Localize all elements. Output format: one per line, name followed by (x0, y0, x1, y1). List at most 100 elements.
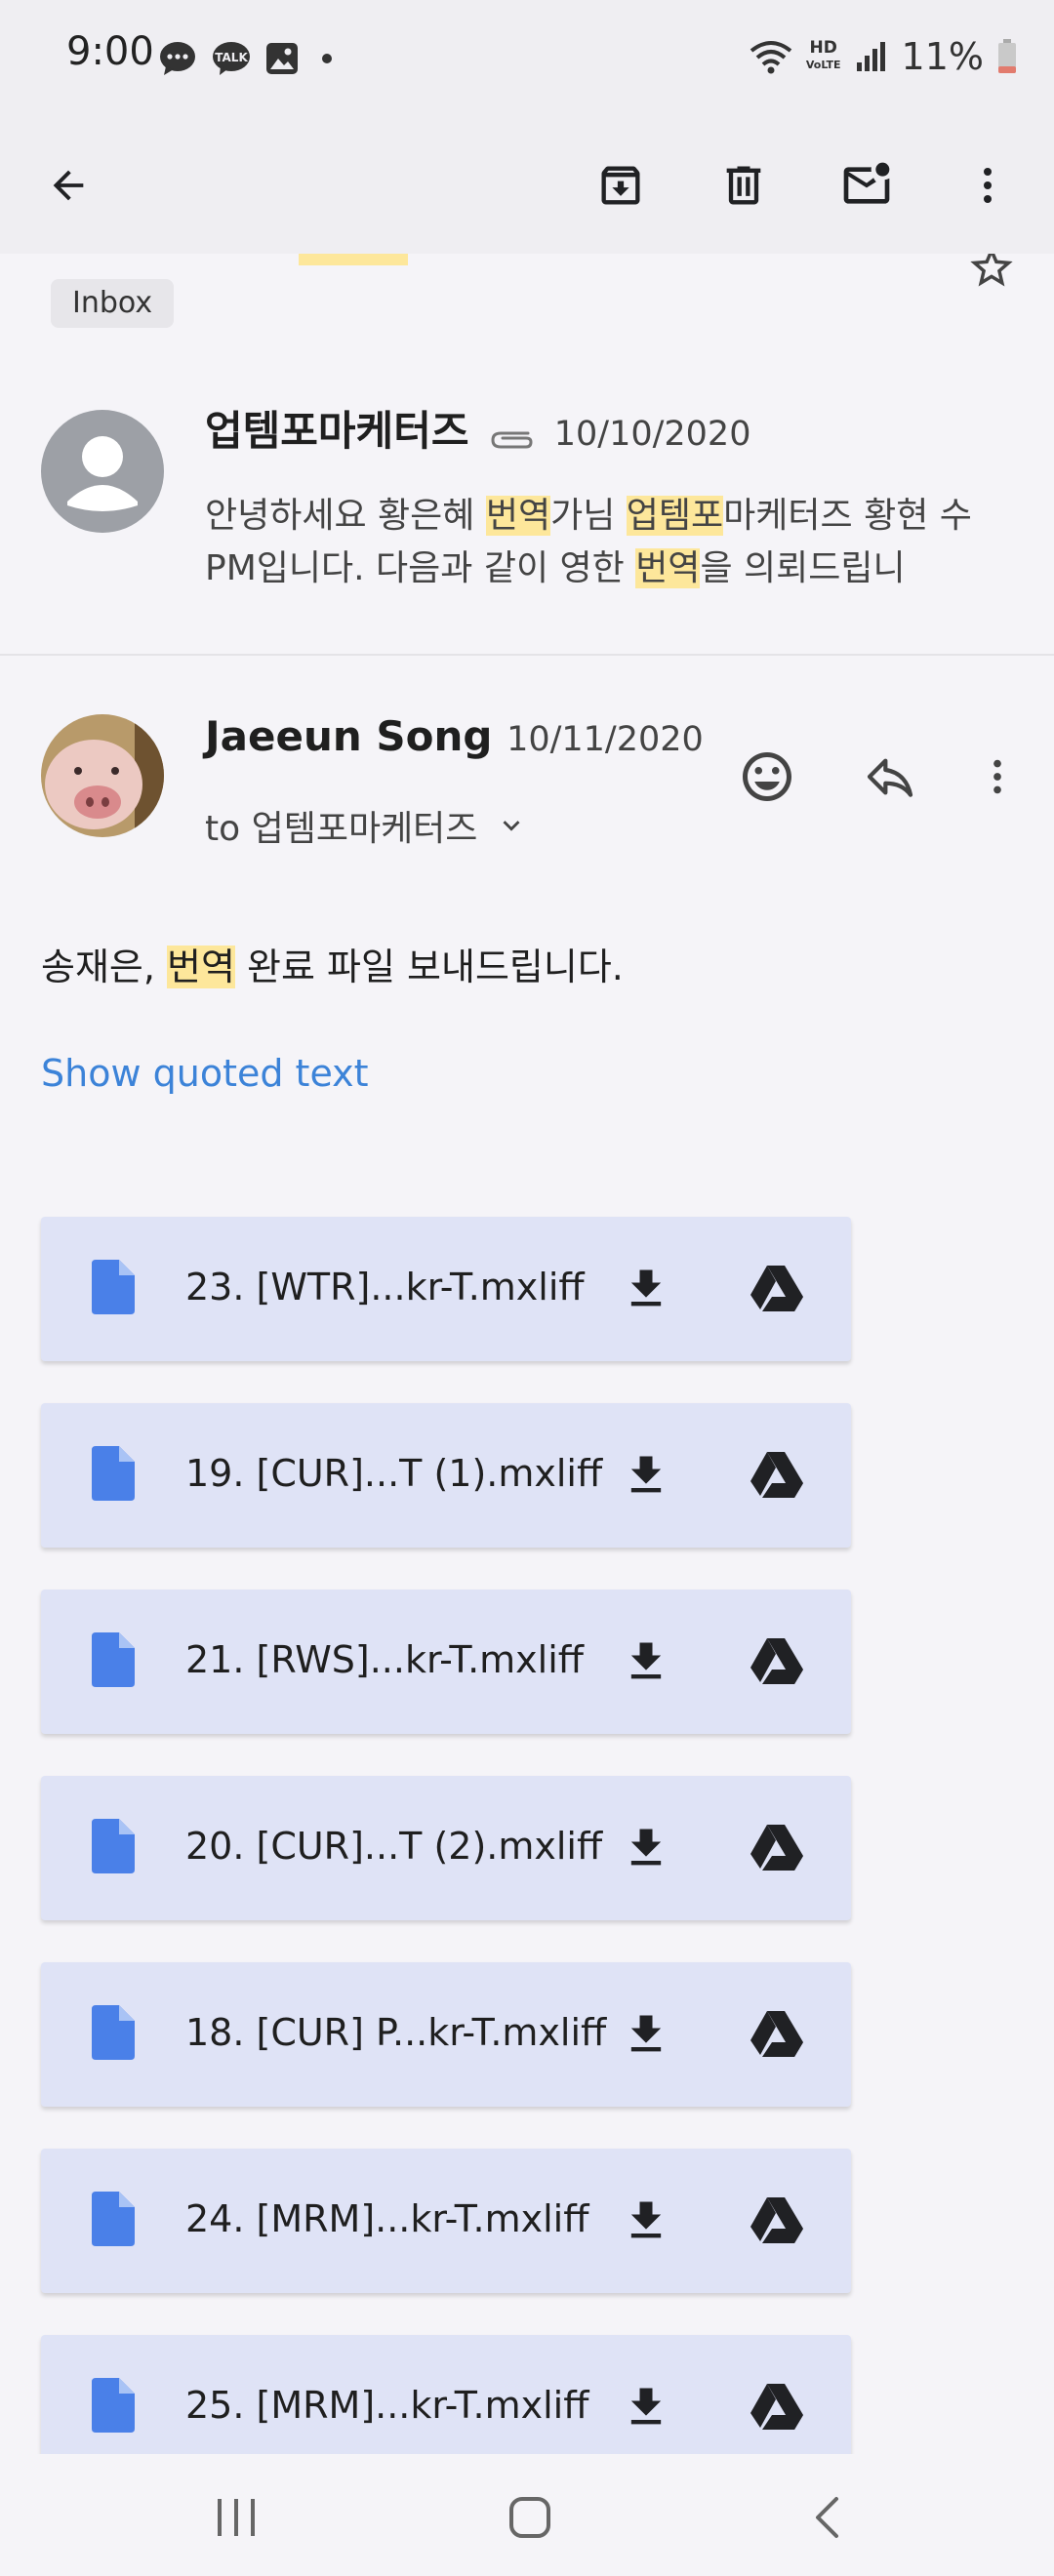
search-highlight: 번역 (167, 946, 235, 988)
more-options-button[interactable] (949, 146, 1027, 224)
home-button[interactable] (486, 2483, 574, 2552)
back-arrow-icon (53, 170, 84, 201)
sender-name: 업템포마케터즈 10/10/2020 (205, 398, 750, 458)
save-to-drive-button[interactable] (738, 2182, 816, 2260)
file-icon (92, 2192, 135, 2246)
snippet-text: 가님 (550, 496, 627, 536)
sender-name-text: 업템포마케터즈 (205, 407, 469, 455)
home-icon (509, 2497, 550, 2538)
drive-icon (750, 1266, 803, 1311)
status-bar: 9:00 TALK HD VoLTE 11% (0, 0, 1054, 117)
file-icon (92, 2378, 135, 2433)
message-body: 송재은, 번역 완료 파일 보내드립니다. (41, 937, 624, 990)
kakaotalk-icon: TALK (213, 42, 250, 75)
attachment-card[interactable]: 18. [CUR] P...kr-T.mxliff (41, 1962, 851, 2107)
chat-bubble-icon (160, 42, 195, 75)
drive-icon (750, 1825, 803, 1871)
sender-name-text: Jaeeun Song (205, 712, 493, 760)
volte-label: VoLTE (805, 59, 841, 71)
message-snippet: 안녕하세요 황은혜 번역가님 업템포마케터즈 황현 수PM입니다. 다음과 같이… (205, 490, 1015, 595)
file-icon (92, 2005, 135, 2060)
signal-icon (856, 42, 885, 71)
attachment-card[interactable]: 25. [MRM]...kr-T.mxliff (41, 2335, 851, 2454)
delete-button[interactable] (705, 146, 783, 224)
pig-photo-icon (41, 714, 164, 837)
recipients-text: to 업템포마케터즈 (205, 809, 478, 849)
download-icon (630, 1456, 662, 1493)
delete-icon (726, 166, 761, 205)
body-text: 완료 파일 보내드립니다. (234, 946, 624, 988)
search-highlight: 번역 (485, 496, 551, 536)
sender-avatar-photo[interactable] (41, 714, 164, 837)
attachment-filename: 20. [CUR]...T (2).mxliff (185, 1825, 603, 1868)
system-back-button[interactable] (783, 2483, 871, 2552)
highlight-fragment (299, 254, 408, 265)
attachment-card[interactable]: 24. [MRM]...kr-T.mxliff (41, 2149, 851, 2293)
recent-apps-button[interactable] (192, 2483, 280, 2552)
more-vert-icon (993, 759, 1001, 794)
back-icon (816, 2497, 838, 2538)
download-button[interactable] (607, 1623, 685, 1701)
sender-name: Jaeeun Song 10/11/2020 (205, 712, 704, 760)
message-divider (0, 654, 1054, 656)
react-emoji-button[interactable] (728, 738, 806, 816)
collapsed-message[interactable]: 업템포마케터즈 10/10/2020 안녕하세요 황은혜 번역가님 업템포마케터… (0, 381, 1054, 654)
archive-button[interactable] (582, 146, 660, 224)
download-button[interactable] (607, 2182, 685, 2260)
save-to-drive-button[interactable] (738, 2368, 816, 2446)
save-to-drive-button[interactable] (738, 1995, 816, 2073)
download-icon (630, 2015, 662, 2052)
message-date: 10/11/2020 (507, 720, 704, 759)
file-icon (92, 1446, 135, 1501)
drive-icon (750, 1638, 803, 1684)
chevron-down-icon (503, 821, 520, 831)
save-to-drive-button[interactable] (738, 1436, 816, 1514)
recent-apps-icon (218, 2499, 255, 2536)
save-to-drive-button[interactable] (738, 1250, 816, 1328)
drive-icon (750, 2197, 803, 2243)
hd-voice-icon: HD VoLTE (806, 40, 841, 73)
expanded-message-header: Jaeeun Song 10/11/2020 to 업템포마케터즈 (0, 703, 1054, 1093)
attachment-card[interactable]: 20. [CUR]...T (2).mxliff (41, 1776, 851, 1920)
attachment-filename: 18. [CUR] P...kr-T.mxliff (185, 2011, 607, 2054)
inbox-label-chip[interactable]: Inbox (51, 279, 175, 328)
attachment-filename: 21. [RWS]...kr-T.mxliff (185, 1638, 584, 1681)
reply-icon (867, 758, 913, 797)
download-button[interactable] (607, 1995, 685, 2073)
star-icon[interactable] (966, 254, 1017, 293)
download-button[interactable] (607, 1809, 685, 1887)
file-icon (92, 1632, 135, 1687)
mark-unread-button[interactable] (828, 146, 906, 224)
attachment-card[interactable]: 19. [CUR]...T (1).mxliff (41, 1403, 851, 1548)
image-icon (266, 43, 298, 74)
show-quoted-text-link[interactable]: Show quoted text (41, 1052, 369, 1095)
attachment-card[interactable]: 21. [RWS]...kr-T.mxliff (41, 1590, 851, 1734)
attachment-card[interactable]: 23. [WTR]...kr-T.mxliff (41, 1217, 851, 1361)
drive-icon (750, 1452, 803, 1498)
paperclip-icon (491, 431, 533, 449)
smiley-icon (743, 752, 791, 801)
email-thread: Inbox 업템포마케터즈 10/10/2020 안녕하세요 황은혜 번역가님 … (0, 254, 1054, 2454)
message-more-button[interactable] (958, 738, 1036, 816)
back-button[interactable] (29, 146, 107, 224)
navigation-bar (0, 2454, 1054, 2576)
save-to-drive-button[interactable] (738, 1623, 816, 1701)
snippet-text: 안녕하세요 황은혜 (205, 496, 486, 536)
recipients-toggle[interactable]: to 업템포마케터즈 (205, 800, 528, 851)
battery-percent: 11% (901, 35, 984, 78)
drive-icon (750, 2011, 803, 2057)
reply-button[interactable] (851, 738, 929, 816)
body-text: 송재은, (41, 946, 168, 988)
download-button[interactable] (607, 1250, 685, 1328)
battery-icon (998, 39, 1016, 73)
status-icons: HD VoLTE 11% (750, 31, 1017, 82)
person-icon (67, 436, 138, 511)
toolbar (0, 117, 1054, 254)
save-to-drive-button[interactable] (738, 1809, 816, 1887)
download-button[interactable] (607, 1436, 685, 1514)
drive-icon (750, 2384, 803, 2430)
svg-text:TALK: TALK (215, 51, 248, 64)
download-button[interactable] (607, 2368, 685, 2446)
more-vert-icon (984, 168, 992, 203)
message-date: 10/10/2020 (553, 415, 751, 454)
